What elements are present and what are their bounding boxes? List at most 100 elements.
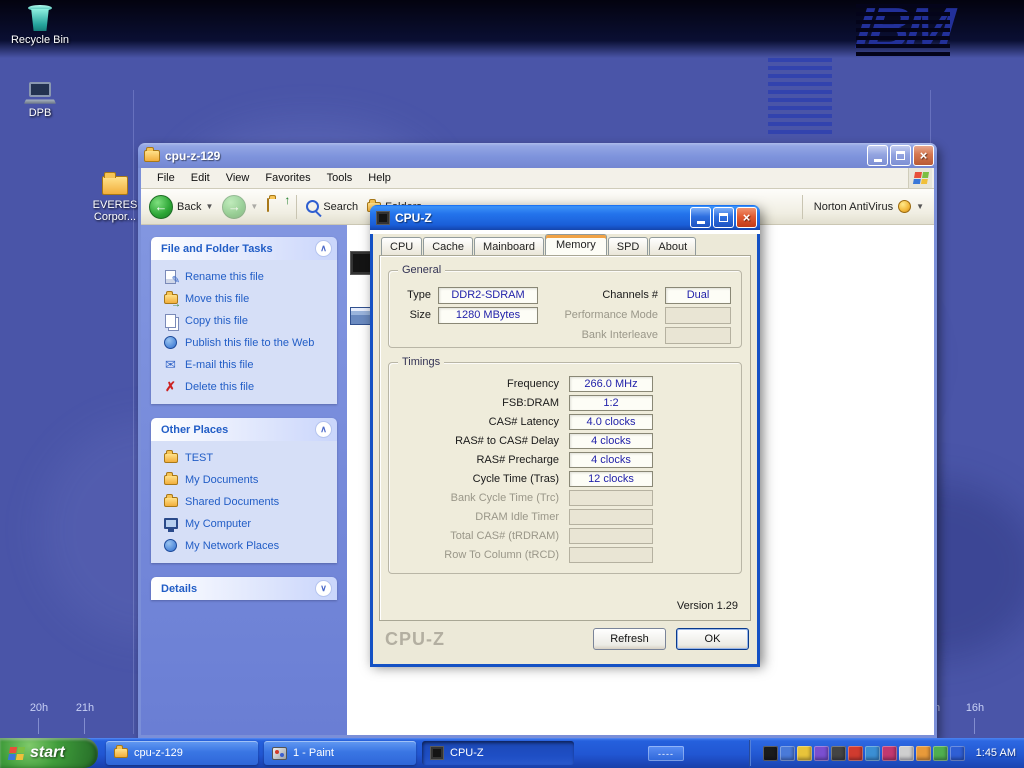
minimize-button[interactable] [867,145,888,166]
windows-logo-icon [908,168,932,188]
task-delete-this-file[interactable]: ✗ Delete this file [163,379,333,394]
panel-header[interactable]: File and Folder Tasks ∧ [151,237,337,260]
back-button[interactable]: ← Back ▼ [149,195,213,219]
place-test[interactable]: TEST [163,450,333,465]
explorer-titlebar[interactable]: cpu-z-129 × [138,143,937,168]
timing-label: DRAM Idle Timer [399,511,559,523]
move-icon [163,291,178,306]
forward-button[interactable]: → ▼ [222,195,258,219]
menu-help[interactable]: Help [360,172,399,184]
close-button[interactable]: × [913,145,934,166]
timing-row: Row To Column (tRCD) [399,545,731,564]
tray-icon[interactable] [882,746,897,761]
tray-icon[interactable] [814,746,829,761]
taskbar-task-explorer[interactable]: cpu-z-129 [106,741,258,765]
taskbar-mini-toolbar-button[interactable]: ---- [648,746,684,761]
maximize-button[interactable] [890,145,911,166]
refresh-button[interactable]: Refresh [593,628,666,650]
place-my-computer[interactable]: My Computer [163,516,333,531]
desktop: IBM 20h 21h 15h 16h Recycle Bin DPB EVER… [0,0,1024,768]
desktop-icon-recycle-bin[interactable]: Recycle Bin [1,4,79,46]
toolbar-separator [296,195,297,219]
folder-icon [114,748,128,758]
tray-icon[interactable] [797,746,812,761]
start-button[interactable]: start [0,738,98,768]
place-shared-documents[interactable]: Shared Documents [163,494,333,509]
rename-icon [163,269,178,284]
up-button[interactable]: ↑ [267,199,287,215]
norton-icon [898,200,911,213]
file-icon[interactable] [350,307,372,325]
tray-icon[interactable] [916,746,931,761]
tray-icon[interactable] [780,746,795,761]
menu-edit[interactable]: Edit [183,172,218,184]
place-my-network-places[interactable]: My Network Places [163,538,333,553]
cpuz-titlebar[interactable]: CPU-Z × [370,205,760,230]
task-email-this-file[interactable]: ✉ E-mail this file [163,357,333,372]
details-panel: Details ∨ [151,577,337,600]
tray-icon[interactable] [848,746,863,761]
tab-cpu[interactable]: CPU [381,237,422,255]
timings-legend: Timings [398,356,444,368]
timing-value: 12 clocks [569,471,653,487]
norton-dropdown-arrow[interactable]: ▼ [916,202,924,211]
search-icon [306,200,319,213]
timing-value [569,509,653,525]
up-folder-icon [267,198,269,212]
close-button[interactable]: × [736,207,757,228]
timing-row: Frequency 266.0 MHz [399,374,731,393]
expand-chevron-icon[interactable]: ∨ [315,580,332,597]
taskbar-task-paint[interactable]: 1 - Paint [264,741,416,765]
task-rename-this-file[interactable]: Rename this file [163,269,333,284]
type-value: DDR2-SDRAM [438,287,538,304]
search-button[interactable]: Search [306,200,358,213]
back-arrow-icon: ← [149,195,173,219]
tray-icon[interactable] [763,746,778,761]
tray-icon[interactable] [950,746,965,761]
tray-icon[interactable] [933,746,948,761]
panel-header[interactable]: Other Places ∧ [151,418,337,441]
timing-label: Frequency [399,378,559,390]
place-my-documents[interactable]: My Documents [163,472,333,487]
tab-memory[interactable]: Memory [545,234,607,255]
icon-label: Recycle Bin [1,34,79,46]
task-move-this-file[interactable]: Move this file [163,291,333,306]
timing-value: 4.0 clocks [569,414,653,430]
collapse-chevron-icon[interactable]: ∧ [315,240,332,257]
task-pane: File and Folder Tasks ∧ Rename this file… [141,225,347,735]
task-copy-this-file[interactable]: Copy this file [163,313,333,328]
menu-tools[interactable]: Tools [319,172,361,184]
desktop-icon-dpb[interactable]: DPB [1,82,79,119]
cpuz-window: CPU-Z × CPU Cache Mainboard Memory SPD A… [370,205,760,663]
ok-button[interactable]: OK [676,628,749,650]
icon-label: DPB [1,107,79,119]
taskbar-clock[interactable]: 1:45 AM [976,747,1016,759]
menu-view[interactable]: View [218,172,258,184]
task-publish-this-file[interactable]: Publish this file to the Web [163,335,333,350]
taskbar-task-cpuz[interactable]: CPU-Z [422,741,574,765]
tray-icon[interactable] [865,746,880,761]
tab-spd[interactable]: SPD [608,237,649,255]
tray-icon[interactable] [831,746,846,761]
tab-about[interactable]: About [649,237,696,255]
norton-antivirus-button[interactable]: Norton AntiVirus ▼ [802,189,924,224]
menu-file[interactable]: File [149,172,183,184]
panel-header[interactable]: Details ∨ [151,577,337,600]
menu-favorites[interactable]: Favorites [257,172,318,184]
channels-value: Dual [665,287,731,304]
my-documents-icon [163,472,178,487]
folder-icon [163,450,178,465]
collapse-chevron-icon[interactable]: ∧ [315,421,332,438]
type-label: Type [399,289,431,301]
timings-groupbox: Timings Frequency 266.0 MHz FSB:DRAM 1:2… [388,362,742,574]
general-groupbox: General Type DDR2-SDRAM Size 1280 MBytes [388,270,742,348]
back-dropdown-arrow[interactable]: ▼ [205,202,213,211]
tab-mainboard[interactable]: Mainboard [474,237,544,255]
performance-mode-label: Performance Mode [554,309,658,321]
timing-value: 4 clocks [569,433,653,449]
minimize-button[interactable] [690,207,711,228]
my-computer-icon [163,516,178,531]
tab-cache[interactable]: Cache [423,237,473,255]
tray-icon[interactable] [899,746,914,761]
maximize-button[interactable] [713,207,734,228]
